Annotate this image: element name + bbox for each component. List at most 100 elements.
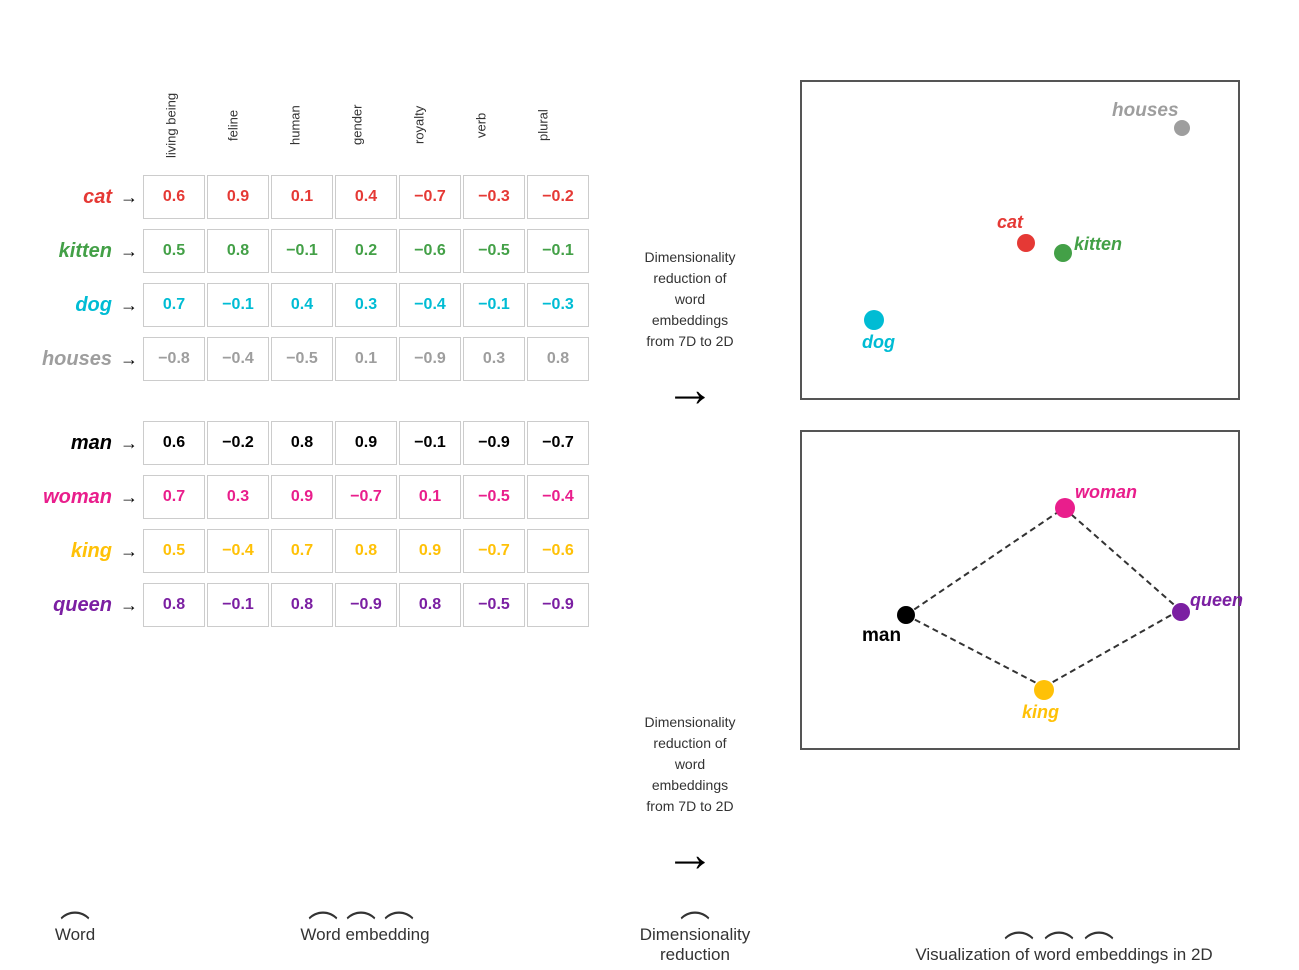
- cell-kitten-3: 0.2: [335, 229, 397, 273]
- cell-woman-1: 0.3: [207, 475, 269, 519]
- label-dim-reduction: Dimensionalityreduction: [640, 925, 751, 965]
- cell-cat-2: 0.1: [271, 175, 333, 219]
- cell-cat-4: −0.7: [399, 175, 461, 219]
- brace-visualization: ︵︵︵: [839, 914, 1289, 941]
- cell-kitten-1: 0.8: [207, 229, 269, 273]
- arrow-dog: →: [120, 295, 138, 316]
- cell-woman-0: 0.7: [143, 475, 205, 519]
- cell-dog-5: −0.1: [463, 283, 525, 327]
- word-row-houses: houses → −0.8 −0.4 −0.5 0.1 −0.9 0.3 0.8: [10, 336, 590, 382]
- word-row-queen: queen → 0.8 −0.1 0.8 −0.9 0.8 −0.5 −0.9: [10, 582, 590, 628]
- embedding-cells-king: 0.5 −0.4 0.7 0.8 0.9 −0.7 −0.6: [142, 528, 590, 574]
- label-word-embedding: Word embedding: [300, 925, 429, 945]
- brace-embedding: ︵︵︵: [140, 894, 590, 921]
- brace-embedding-group: ︵︵︵ Word embedding: [140, 894, 590, 945]
- col-header-feline: feline: [202, 80, 264, 170]
- arrow-right-top: →: [665, 360, 715, 418]
- cell-kitten-2: −0.1: [271, 229, 333, 273]
- col-header-gender: gender: [326, 80, 388, 170]
- arrow-houses: →: [120, 349, 138, 370]
- bottom-embedding-section: man → 0.6 −0.2 0.8 0.9 −0.1 −0.9 −0.7 wo…: [10, 420, 590, 636]
- cell-woman-2: 0.9: [271, 475, 333, 519]
- label-visualization: Visualization of word embeddings in 2D: [915, 945, 1212, 965]
- col-header-plural: plural: [512, 80, 574, 170]
- right-section: houses cat kitten dog: [790, 20, 1270, 960]
- brace-visualization-group: ︵︵︵ Visualization of word embeddings in …: [839, 914, 1289, 965]
- word-row-king: king → 0.5 −0.4 0.7 0.8 0.9 −0.7 −0.6: [10, 528, 590, 574]
- dot-label-man: man: [862, 625, 901, 647]
- cell-cat-1: 0.9: [207, 175, 269, 219]
- cell-houses-4: −0.9: [399, 337, 461, 381]
- col-header-human: human: [264, 80, 326, 170]
- arrow-kitten: →: [120, 241, 138, 262]
- col-header-living-being: living being: [140, 80, 202, 170]
- embedding-cells-houses: −0.8 −0.4 −0.5 0.1 −0.9 0.3 0.8: [142, 336, 590, 382]
- dot-cat: [1017, 234, 1035, 252]
- cell-houses-3: 0.1: [335, 337, 397, 381]
- cell-cat-6: −0.2: [527, 175, 589, 219]
- cell-queen-4: 0.8: [399, 583, 461, 627]
- word-label-cat: cat: [10, 186, 120, 209]
- arrow-woman: →: [120, 487, 138, 508]
- dim-reduction-top: Dimensionalityreduction ofwordembeddings…: [644, 247, 735, 418]
- cell-woman-6: −0.4: [527, 475, 589, 519]
- cell-man-0: 0.6: [143, 421, 205, 465]
- dot-label-kitten: kitten: [1074, 234, 1122, 255]
- word-row-woman: woman → 0.7 0.3 0.9 −0.7 0.1 −0.5 −0.4: [10, 474, 590, 520]
- cell-king-3: 0.8: [335, 529, 397, 573]
- cell-man-2: 0.8: [271, 421, 333, 465]
- cell-queen-3: −0.9: [335, 583, 397, 627]
- cell-queen-0: 0.8: [143, 583, 205, 627]
- dot-label-woman: woman: [1075, 482, 1137, 503]
- word-label-kitten: kitten: [10, 240, 120, 263]
- main-container: living being feline human gender royalty…: [0, 0, 1299, 970]
- dot-label-queen: queen: [1190, 590, 1243, 611]
- arrow-man: →: [120, 433, 138, 454]
- dot-woman: [1055, 498, 1075, 518]
- cell-woman-3: −0.7: [335, 475, 397, 519]
- embedding-cells-kitten: 0.5 0.8 −0.1 0.2 −0.6 −0.5 −0.1: [142, 228, 590, 274]
- dot-label-king: king: [1022, 702, 1059, 723]
- arrow-king: →: [120, 541, 138, 562]
- cell-houses-6: 0.8: [527, 337, 589, 381]
- word-row-kitten: kitten → 0.5 0.8 −0.1 0.2 −0.6 −0.5 −0.1: [10, 228, 590, 274]
- dot-man: [897, 606, 915, 624]
- word-row-cat: cat → 0.6 0.9 0.1 0.4 −0.7 −0.3 −0.2: [10, 174, 590, 220]
- embedding-cells-dog: 0.7 −0.1 0.4 0.3 −0.4 −0.1 −0.3: [142, 282, 590, 328]
- cell-man-3: 0.9: [335, 421, 397, 465]
- cell-houses-2: −0.5: [271, 337, 333, 381]
- dot-label-dog: dog: [862, 332, 895, 353]
- dim-text-top: Dimensionalityreduction ofwordembeddings…: [644, 247, 735, 352]
- embedding-cells-woman: 0.7 0.3 0.9 −0.7 0.1 −0.5 −0.4: [142, 474, 590, 520]
- cell-woman-4: 0.1: [399, 475, 461, 519]
- cell-king-2: 0.7: [271, 529, 333, 573]
- cell-king-5: −0.7: [463, 529, 525, 573]
- arrow-right-bottom: →: [665, 825, 715, 883]
- cell-kitten-4: −0.6: [399, 229, 461, 273]
- word-label-man: man: [10, 432, 120, 455]
- cell-cat-0: 0.6: [143, 175, 205, 219]
- word-label-woman: woman: [10, 486, 120, 509]
- dim-reduction-bottom: Dimensionalityreduction ofwordembeddings…: [644, 712, 735, 883]
- cell-queen-6: −0.9: [527, 583, 589, 627]
- scatter-svg: [802, 432, 1238, 748]
- word-label-queen: queen: [10, 594, 120, 617]
- dot-houses: [1174, 120, 1190, 136]
- brace-dim-reduction: ︵: [680, 894, 710, 921]
- arrow-queen: →: [120, 595, 138, 616]
- middle-section: Dimensionalityreduction ofwordembeddings…: [590, 70, 790, 960]
- word-row-man: man → 0.6 −0.2 0.8 0.9 −0.1 −0.9 −0.7: [10, 420, 590, 466]
- embedding-cells-man: 0.6 −0.2 0.8 0.9 −0.1 −0.9 −0.7: [142, 420, 590, 466]
- dot-label-houses: houses: [1112, 100, 1179, 122]
- brace-word: ︵: [60, 894, 90, 921]
- brace-word-group: ︵ Word: [10, 894, 140, 945]
- cell-dog-0: 0.7: [143, 283, 205, 327]
- cell-dog-6: −0.3: [527, 283, 589, 327]
- cell-woman-5: −0.5: [463, 475, 525, 519]
- embedding-cells-queen: 0.8 −0.1 0.8 −0.9 0.8 −0.5 −0.9: [142, 582, 590, 628]
- cell-houses-5: 0.3: [463, 337, 525, 381]
- cell-king-4: 0.9: [399, 529, 461, 573]
- embedding-cells-cat: 0.6 0.9 0.1 0.4 −0.7 −0.3 −0.2: [142, 174, 590, 220]
- cell-dog-3: 0.3: [335, 283, 397, 327]
- left-panel: living being feline human gender royalty…: [10, 20, 590, 960]
